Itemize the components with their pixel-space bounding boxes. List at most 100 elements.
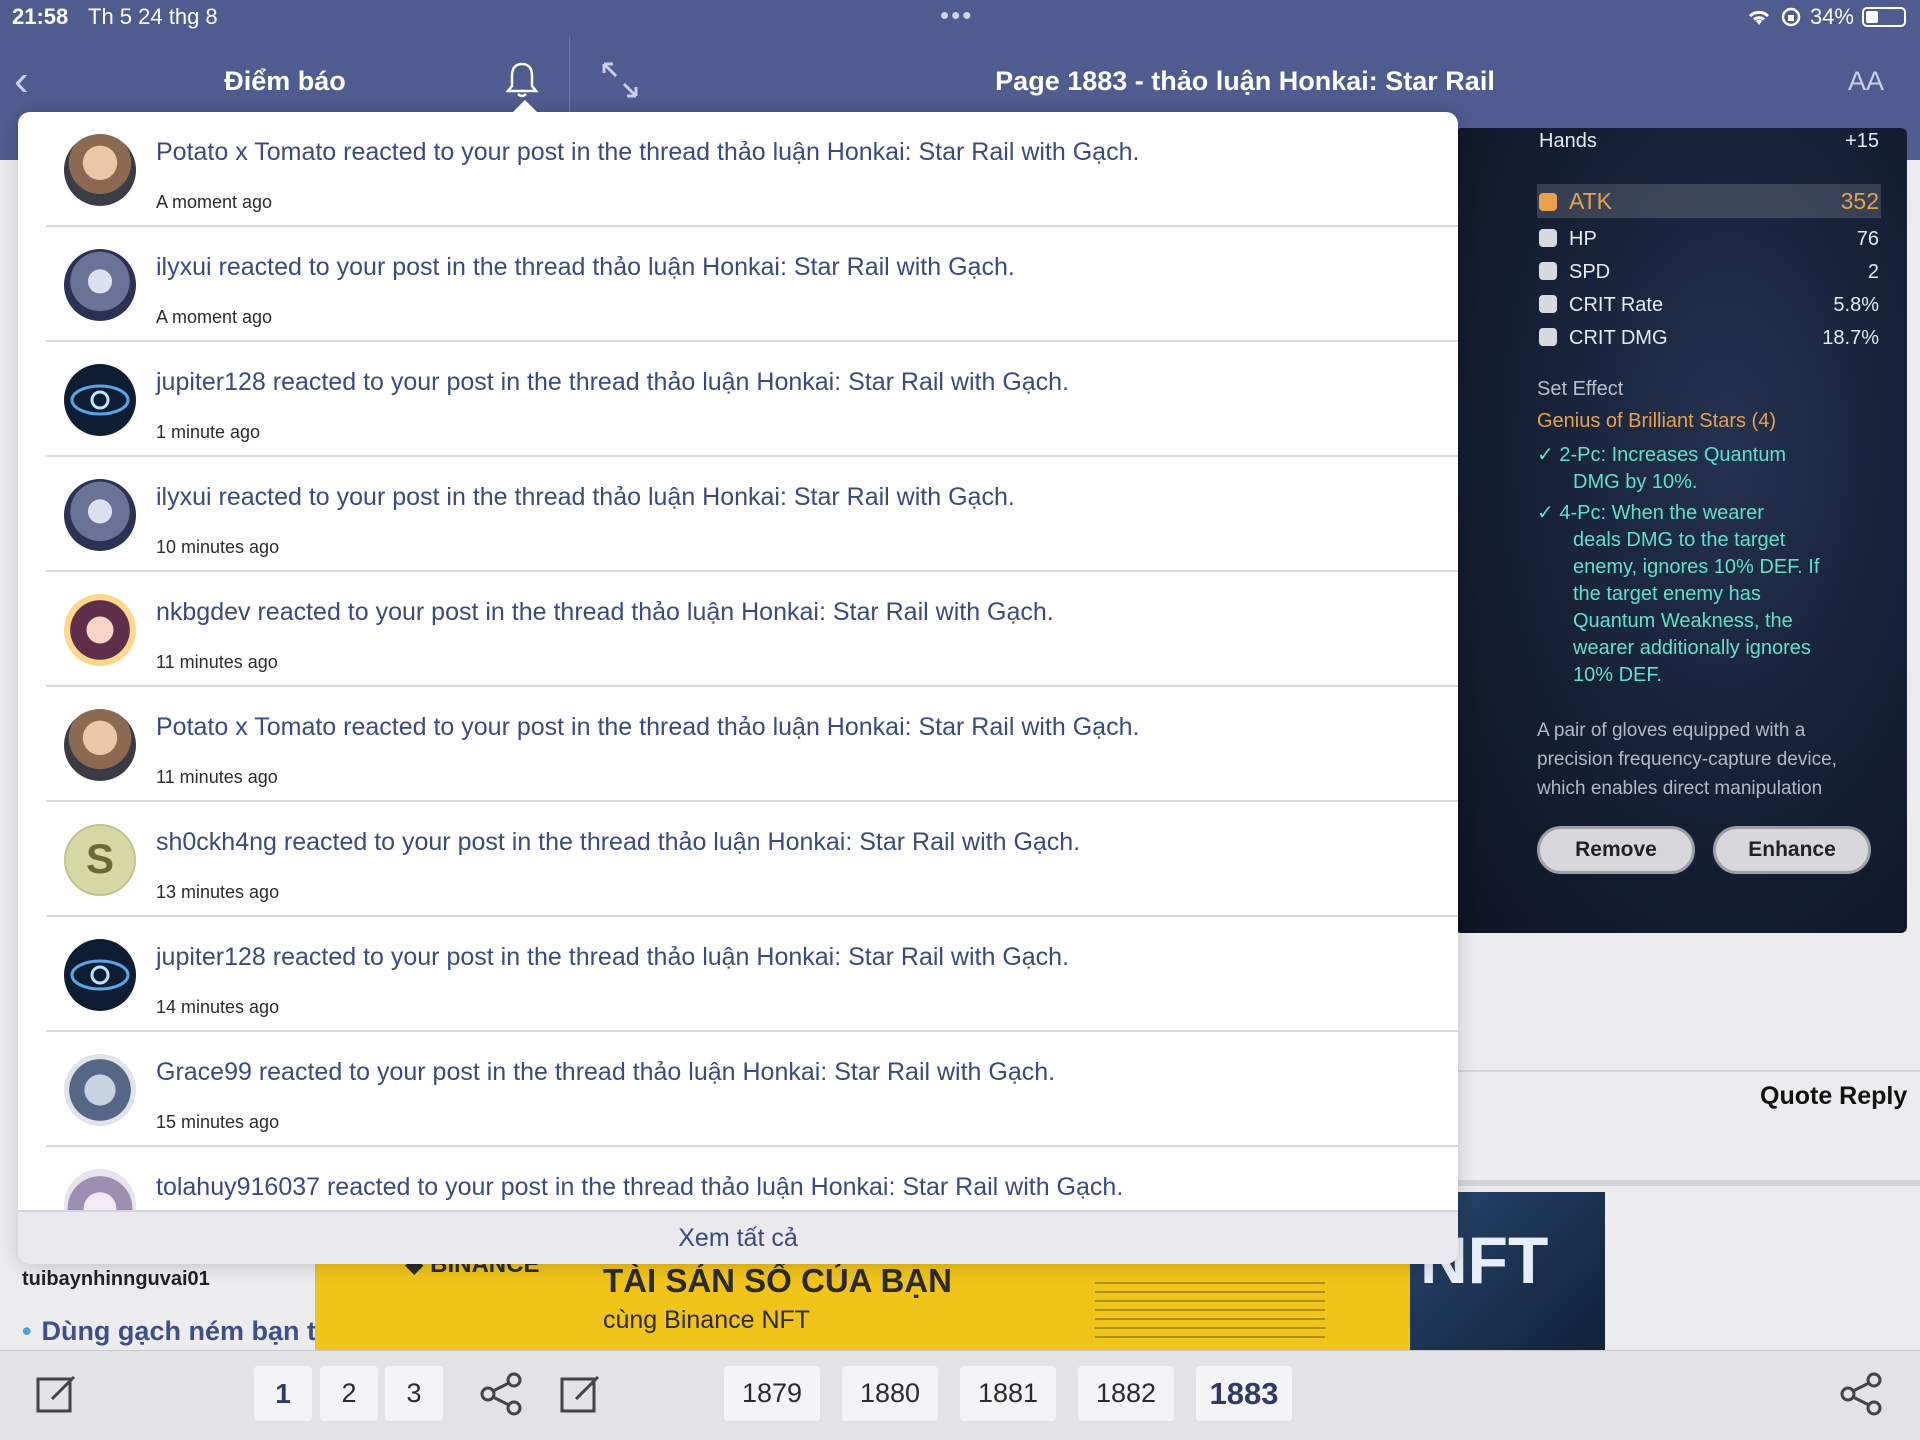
description-line: which enables direct manipulation <box>1537 778 1823 799</box>
battery-icon <box>1862 7 1906 27</box>
effect-line: 4-Pc: When the wearer <box>1559 502 1764 524</box>
effect-line: DMG by 10%. <box>1573 471 1698 493</box>
notification-item[interactable]: S sh0ckh4ng reacted to your post in the … <box>46 802 1458 917</box>
main-stat-value: 352 <box>1840 188 1879 214</box>
hp-icon <box>1539 229 1557 247</box>
notification-text[interactable]: ilyxui reacted to your post in the threa… <box>156 483 1015 512</box>
notification-item[interactable]: Potato x Tomato reacted to your post in … <box>46 687 1458 802</box>
main-stat-row: ATK 352 <box>1539 188 1879 215</box>
page-button[interactable]: 1882 <box>1078 1366 1174 1421</box>
divider <box>1455 1180 1920 1186</box>
notification-time: A moment ago <box>156 307 273 327</box>
notification-time: 11 minutes ago <box>156 652 278 672</box>
notification-text[interactable]: tolahuy916037 reacted to your post in th… <box>156 1173 1123 1202</box>
notification-text[interactable]: Potato x Tomato reacted to your post in … <box>156 138 1139 167</box>
notification-time: 14 minutes ago <box>156 997 280 1017</box>
notification-time: 13 minutes ago <box>156 882 280 902</box>
substat-name: SPD <box>1569 261 1611 283</box>
set-4pc-effect: ✓ 4-Pc: When the wearer deals DMG to the… <box>1537 500 1819 689</box>
atk-icon <box>1539 193 1557 211</box>
post-username[interactable]: tuibaynhinnguvai01 <box>22 1268 210 1291</box>
ad-fine-print <box>1095 1282 1325 1340</box>
effect-line: wearer additionally ignores <box>1573 637 1811 659</box>
notification-text[interactable]: nkbgdev reacted to your post in the thre… <box>156 598 1054 627</box>
notification-time: 1 minute ago <box>156 422 261 442</box>
bottom-toolbar: 1 2 3 1879 1880 1881 1882 1883 <box>0 1350 1920 1440</box>
share-icon[interactable] <box>478 1371 524 1417</box>
effect-line: deals DMG to the target <box>1573 529 1786 551</box>
edit-icon[interactable] <box>558 1371 604 1417</box>
quote-reply-button[interactable]: Quote Reply <box>1760 1082 1907 1111</box>
page-button[interactable]: 1 <box>254 1366 312 1421</box>
check-circle-icon: ✓ <box>1537 444 1560 466</box>
effect-line: the target enemy has <box>1573 583 1761 605</box>
substat-row: HP 76 <box>1539 228 1879 251</box>
avatar[interactable]: S <box>64 824 136 896</box>
post-link-text[interactable]: Dùng gạch ném bạn t <box>41 1316 316 1346</box>
notification-item[interactable]: ilyxui reacted to your post in the threa… <box>46 457 1458 572</box>
status-bar: 21:58 Th 5 24 thg 8 ••• 34% <box>0 0 1920 36</box>
substat-row: CRIT DMG 18.7% <box>1539 327 1879 350</box>
substat-name: CRIT DMG <box>1569 327 1668 349</box>
set-effect-label: Set Effect <box>1537 378 1624 400</box>
notification-text[interactable]: jupiter128 reacted to your post in the t… <box>156 943 1069 972</box>
check-circle-icon: ✓ <box>1537 502 1560 524</box>
notification-item[interactable]: jupiter128 reacted to your post in the t… <box>46 342 1458 457</box>
avatar[interactable] <box>64 249 136 321</box>
divider <box>1455 1070 1920 1072</box>
avatar[interactable] <box>64 709 136 781</box>
relic-description: A pair of gloves equipped with a precisi… <box>1537 716 1837 803</box>
remove-button: Remove <box>1537 826 1695 874</box>
crit-dmg-icon <box>1539 328 1557 346</box>
notification-text[interactable]: jupiter128 reacted to your post in the t… <box>156 368 1069 397</box>
notification-text[interactable]: sh0ckh4ng reacted to your post in the th… <box>156 828 1080 857</box>
avatar[interactable] <box>64 1054 136 1126</box>
post-link[interactable]: • Dùng gạch ném bạn t <box>22 1316 316 1347</box>
effect-line: 10% DEF. <box>1573 664 1662 686</box>
multitask-dots-icon[interactable]: ••• <box>940 0 973 31</box>
avatar[interactable] <box>64 479 136 551</box>
ad-subline: cùng Binance NFT <box>603 1306 811 1334</box>
substat-value: 2 <box>1867 261 1879 283</box>
notification-text[interactable]: Potato x Tomato reacted to your post in … <box>156 713 1139 742</box>
status-time: 21:58 <box>12 4 69 29</box>
status-date: Th 5 24 thg 8 <box>88 4 218 29</box>
text-size-button[interactable]: AA <box>1848 66 1884 97</box>
enhance-button: Enhance <box>1713 826 1871 874</box>
notification-time: 10 minutes ago <box>156 537 280 557</box>
current-page-button[interactable]: 1883 <box>1196 1366 1292 1421</box>
relic-level: +15 <box>1845 130 1879 152</box>
avatar[interactable] <box>64 594 136 666</box>
share-icon[interactable] <box>1838 1371 1884 1417</box>
notification-text[interactable]: ilyxui reacted to your post in the threa… <box>156 253 1015 282</box>
substat-name: HP <box>1569 228 1597 250</box>
substat-row: CRIT Rate 5.8% <box>1539 294 1879 317</box>
relic-slot-row: Hands +15 <box>1539 130 1879 153</box>
notification-time: 11 minutes ago <box>156 767 278 787</box>
compose-icon[interactable] <box>34 1371 80 1417</box>
substat-row: SPD 2 <box>1539 261 1879 284</box>
avatar[interactable] <box>64 134 136 206</box>
notifications-title: Điểm báo <box>224 66 346 96</box>
page-button[interactable]: 2 <box>320 1366 378 1421</box>
avatar[interactable] <box>64 939 136 1011</box>
page-button[interactable]: 1880 <box>842 1366 938 1421</box>
page-button[interactable]: 3 <box>385 1366 443 1421</box>
avatar[interactable] <box>64 364 136 436</box>
substat-value: 18.7% <box>1822 327 1879 349</box>
notification-item[interactable]: Grace99 reacted to your post in the thre… <box>46 1032 1458 1147</box>
orientation-lock-icon <box>1781 7 1801 27</box>
substat-value: 5.8% <box>1833 294 1879 316</box>
description-line: precision frequency-capture device, <box>1537 749 1837 770</box>
view-all-button[interactable]: Xem tất cả <box>18 1210 1458 1264</box>
page-button[interactable]: 1879 <box>724 1366 820 1421</box>
notification-item[interactable]: nkbgdev reacted to your post in the thre… <box>46 572 1458 687</box>
notification-item[interactable]: ilyxui reacted to your post in the threa… <box>46 227 1458 342</box>
notification-text[interactable]: Grace99 reacted to your post in the thre… <box>156 1058 1055 1087</box>
bell-icon[interactable] <box>504 60 540 100</box>
page-button[interactable]: 1881 <box>960 1366 1056 1421</box>
notification-item[interactable]: Potato x Tomato reacted to your post in … <box>46 112 1458 227</box>
post-image-relic-card: Hands +15 ATK 352 HP 76 SPD 2 CRIT Rate … <box>1455 128 1907 933</box>
description-line: A pair of gloves equipped with a <box>1537 720 1806 741</box>
notification-item[interactable]: jupiter128 reacted to your post in the t… <box>46 917 1458 1032</box>
